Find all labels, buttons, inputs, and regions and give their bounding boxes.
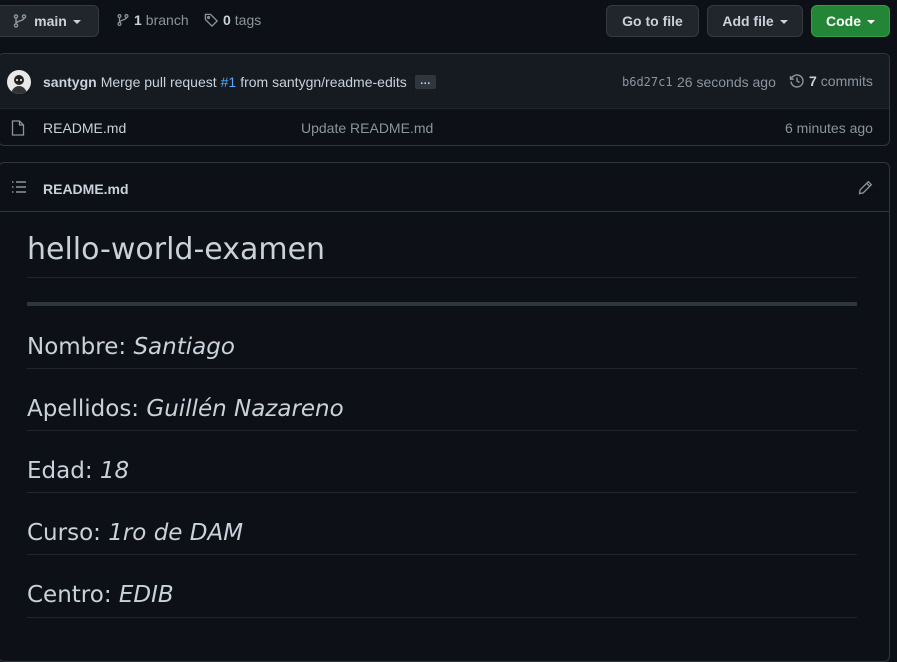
field-label: Centro: [27,582,112,608]
add-file-button[interactable]: Add file [707,5,803,37]
field-value: 18 [99,458,130,484]
branch-name: main [34,13,67,29]
branch-count: 1 [134,12,142,28]
field-label: Apellidos: [27,396,140,422]
field-label: Nombre: [27,334,127,360]
tag-icon [204,12,219,28]
field-label: Edad: [27,458,93,484]
readme-title: hello-world-examen [27,232,326,267]
readme-header: README.md [0,163,889,211]
commits-count: 7 [809,73,817,89]
divider [27,554,857,555]
history-icon [789,73,805,89]
field-label: Curso: [27,520,101,546]
expand-commit-button[interactable]: … [414,75,436,89]
field-nombre: Nombre: Santiago [27,334,235,360]
go-to-file-button[interactable]: Go to file [606,5,699,37]
field-value: 1ro de DAM [108,520,244,546]
avatar[interactable] [7,70,31,94]
file-listing: santygn Merge pull request #1 from santy… [0,53,890,146]
divider [27,617,857,618]
divider [27,430,857,431]
field-centro: Centro: EDIB [27,582,174,608]
commit-message-suffix[interactable]: from santygn/readme-edits [240,74,407,90]
branch-icon [116,12,130,28]
commits-link[interactable]: 7 commits [789,73,873,89]
field-value: Santiago [133,334,235,360]
commit-hash[interactable]: b6d27c1 [622,75,673,89]
horizontal-rule [27,302,857,306]
branch-icon [12,13,28,29]
go-to-file-label: Go to file [622,13,683,29]
file-icon [11,120,25,136]
field-edad: Edad: 18 [27,458,129,484]
branch-selector-button[interactable]: main [0,5,99,37]
field-value: Guillén Nazareno [146,396,344,422]
tag-count: 0 [223,12,231,28]
pencil-icon[interactable] [858,180,873,195]
chevron-down-icon [779,20,788,24]
commit-message-prefix[interactable]: Merge pull request [101,74,217,90]
chevron-down-icon [867,20,875,24]
readme-header-title[interactable]: README.md [43,181,129,197]
commits-label: commits [820,73,873,89]
file-row[interactable]: README.md Update README.md 6 minutes ago [0,109,889,146]
code-button[interactable]: Code [811,5,890,37]
divider [27,368,857,369]
add-file-label: Add file [722,13,774,29]
title-underline [27,277,857,278]
commit-message: santygn Merge pull request #1 from santy… [43,74,436,90]
tags-link[interactable]: 0 tags [204,12,261,28]
field-curso: Curso: 1ro de DAM [27,520,243,546]
chevron-down-icon [72,20,81,24]
code-label: Code [826,13,861,29]
file-commit-time: 6 minutes ago [785,120,873,136]
file-name[interactable]: README.md [43,120,126,136]
commit-author[interactable]: santygn [43,74,97,90]
field-apellidos: Apellidos: Guillén Nazareno [27,396,344,422]
branches-link[interactable]: 1 branch [116,12,189,28]
branch-label: branch [145,12,189,28]
commit-time: 26 seconds ago [677,74,776,90]
file-commit-message[interactable]: Update README.md [301,120,433,136]
divider [0,211,889,212]
divider [27,492,857,493]
field-value: EDIB [118,582,174,608]
tag-label: tags [234,12,262,28]
list-icon[interactable] [11,180,27,194]
pull-request-link[interactable]: #1 [221,74,237,90]
